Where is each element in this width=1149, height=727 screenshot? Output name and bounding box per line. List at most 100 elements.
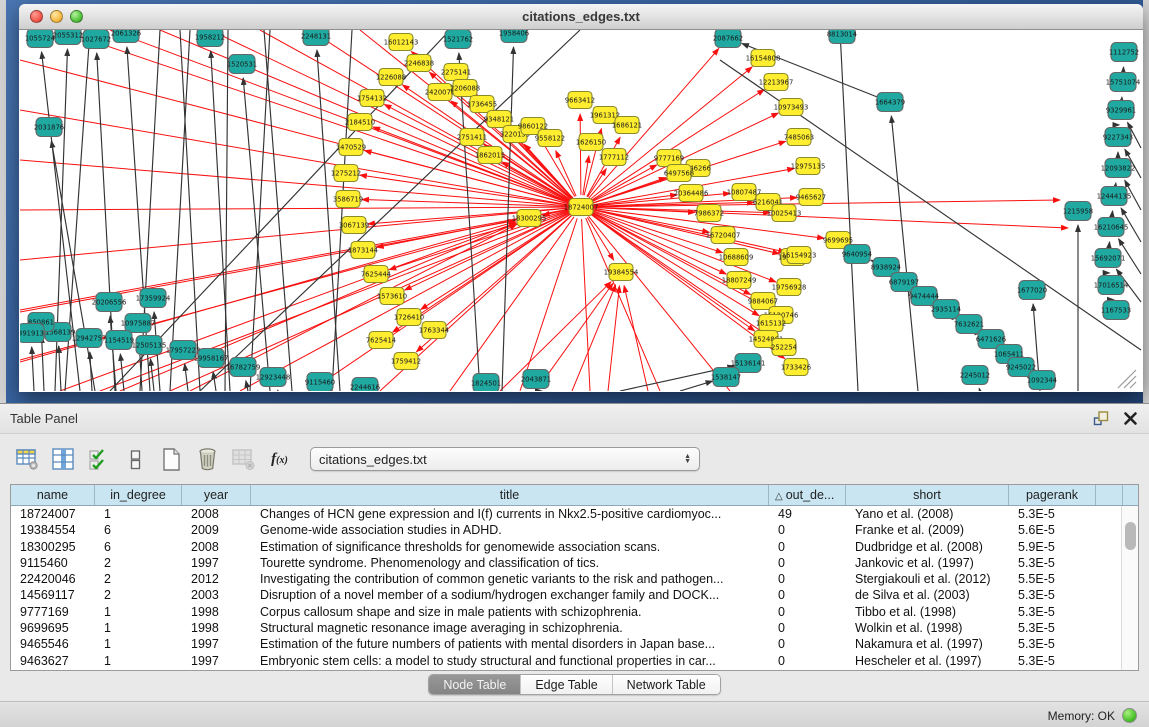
minimize-window-icon[interactable] bbox=[50, 10, 63, 23]
graph-edge[interactable] bbox=[100, 211, 570, 391]
graph-edge[interactable] bbox=[680, 381, 713, 391]
graph-node-label: 3586719 bbox=[333, 195, 363, 203]
graph-node-label: 1470529 bbox=[336, 143, 366, 151]
graph-edge[interactable] bbox=[120, 354, 124, 391]
insert-column-icon[interactable] bbox=[50, 446, 77, 473]
graph-edge[interactable] bbox=[180, 30, 200, 391]
graph-edge[interactable] bbox=[593, 210, 786, 252]
table-cell: 1 bbox=[95, 604, 182, 620]
clear-selection-icon[interactable] bbox=[122, 446, 149, 473]
new-table-icon[interactable] bbox=[158, 446, 185, 473]
close-panel-icon[interactable] bbox=[1122, 410, 1139, 427]
graph-edge[interactable] bbox=[170, 30, 190, 391]
table-cell: Genome-wide association studies in ADHD. bbox=[251, 522, 769, 538]
graph-edge[interactable] bbox=[840, 30, 858, 391]
graph-node-label: 1027672 bbox=[81, 35, 111, 43]
graph-edge[interactable] bbox=[42, 336, 44, 391]
table-row[interactable]: 946554611997Estimation of the future num… bbox=[11, 636, 1121, 652]
graph-node-label: 16154808 bbox=[746, 54, 781, 62]
float-window-icon[interactable] bbox=[1093, 410, 1110, 427]
scrollbar-thumb[interactable] bbox=[1125, 522, 1136, 550]
graph-edge[interactable] bbox=[572, 285, 616, 391]
graph-node-label: 1754132 bbox=[357, 94, 387, 102]
graph-edge[interactable] bbox=[520, 218, 577, 391]
graph-node-label: 1167533 bbox=[1101, 306, 1131, 314]
graph-node-label: 1759412 bbox=[391, 357, 421, 365]
table-row[interactable]: 946362711997Embryonic stem cells: a mode… bbox=[11, 653, 1121, 669]
graph-edge[interactable] bbox=[210, 30, 570, 202]
graph-node-label: 8938924 bbox=[871, 263, 901, 271]
function-builder-icon[interactable]: f(x) bbox=[266, 446, 293, 473]
graph-edge[interactable] bbox=[593, 195, 677, 206]
graph-edge[interactable] bbox=[589, 216, 730, 391]
graph-edge[interactable] bbox=[891, 116, 918, 391]
table-scrollbar[interactable] bbox=[1121, 506, 1138, 670]
table-select-dropdown[interactable]: citations_edges.txt ▲▼ bbox=[310, 447, 700, 471]
table-cell: 5.3E-5 bbox=[1009, 653, 1096, 669]
network-canvas[interactable]: 1872400719384554183002951601214322468381… bbox=[20, 30, 1142, 391]
graph-edge[interactable] bbox=[608, 286, 619, 391]
graph-edge[interactable] bbox=[110, 316, 116, 391]
graph-edge[interactable] bbox=[213, 372, 216, 391]
graph-node-label: 9699695 bbox=[823, 236, 853, 244]
graph-edge[interactable] bbox=[246, 381, 248, 391]
graph-edge[interactable] bbox=[185, 364, 188, 391]
graph-node-label: 12942757 bbox=[72, 334, 107, 342]
table-row[interactable]: 1938455462009Genome-wide association stu… bbox=[11, 522, 1121, 538]
graph-edge[interactable] bbox=[32, 347, 34, 391]
table-cell: Jankovic et al. (1997) bbox=[846, 555, 1009, 571]
graph-edge[interactable] bbox=[450, 217, 574, 391]
close-window-icon[interactable] bbox=[30, 10, 43, 23]
graph-edge[interactable] bbox=[979, 388, 980, 391]
graph-node-label: 2244616 bbox=[350, 383, 380, 391]
table-cell: 5.3E-5 bbox=[1009, 587, 1096, 603]
table-cell: 1997 bbox=[182, 636, 251, 652]
column-header-pagerank[interactable]: pagerank bbox=[1009, 485, 1096, 505]
table-row[interactable]: 911546021997Tourette syndrome. Phenomeno… bbox=[11, 555, 1121, 571]
graph-node-label: 8813014 bbox=[827, 30, 857, 38]
graph-edge[interactable] bbox=[151, 359, 154, 391]
network-view-window[interactable]: citations_edges.txt 18724007193845541830… bbox=[19, 4, 1143, 392]
table-panel-header: Table Panel bbox=[0, 404, 1149, 434]
table-row[interactable]: 2242004622012Investigating the contribut… bbox=[11, 571, 1121, 587]
graph-edge[interactable] bbox=[59, 346, 61, 391]
column-header-short[interactable]: short bbox=[846, 485, 1009, 505]
table-panel-title: Table Panel bbox=[10, 411, 78, 426]
table-row[interactable]: 969969511998Structural magnetic resonanc… bbox=[11, 620, 1121, 636]
table-settings-icon[interactable] bbox=[14, 446, 41, 473]
zoom-window-icon[interactable] bbox=[70, 10, 83, 23]
table-header-row: namein_degreeyeartitle△out_de...shortpag… bbox=[11, 485, 1138, 506]
tab-edge-table[interactable]: Edge Table bbox=[521, 675, 612, 694]
table-row[interactable]: 1456911722003Disruption of a novel membe… bbox=[11, 587, 1121, 603]
tab-network-table[interactable]: Network Table bbox=[613, 675, 720, 694]
column-header-out_de[interactable]: △out_de... bbox=[769, 485, 846, 505]
graph-node-label: 9884067 bbox=[748, 297, 778, 305]
column-header-in_degree[interactable]: in_degree bbox=[95, 485, 182, 505]
select-all-icon[interactable] bbox=[86, 446, 113, 473]
graph-node-label: 2206088 bbox=[450, 84, 480, 92]
table-row[interactable]: 1872400712008Changes of HCN gene express… bbox=[11, 506, 1121, 522]
table-cell: Tibbo et al. (1998) bbox=[846, 604, 1009, 620]
memory-status-icon[interactable] bbox=[1122, 708, 1137, 723]
table-cell: 2012 bbox=[182, 571, 251, 587]
table-cell: Disruption of a novel member of a sodium… bbox=[251, 587, 769, 603]
column-header-title[interactable]: title bbox=[251, 485, 769, 505]
graph-node-label: 7986372 bbox=[694, 209, 724, 217]
tab-node-table[interactable]: Node Table bbox=[429, 675, 521, 694]
network-graph[interactable]: 1872400719384554183002951601214322468381… bbox=[20, 30, 1142, 391]
graph-edge[interactable] bbox=[332, 30, 352, 391]
graph-edge[interactable] bbox=[310, 214, 571, 391]
graph-edge[interactable] bbox=[20, 207, 569, 210]
graph-node-label: 1573610 bbox=[377, 292, 407, 300]
attribute-table: namein_degreeyeartitle△out_de...shortpag… bbox=[10, 484, 1139, 671]
table-row[interactable]: 977716911998Corpus callosum shape and si… bbox=[11, 604, 1121, 620]
table-row[interactable]: 1830029562008Estimation of significance … bbox=[11, 539, 1121, 555]
graph-edge[interactable] bbox=[580, 114, 581, 195]
graph-edge[interactable] bbox=[120, 223, 516, 391]
column-header-name[interactable]: name bbox=[11, 485, 95, 505]
graph-edge[interactable] bbox=[587, 217, 613, 260]
graph-edge[interactable] bbox=[624, 286, 648, 391]
column-header-year[interactable]: year bbox=[182, 485, 251, 505]
window-titlebar[interactable]: citations_edges.txt bbox=[19, 4, 1143, 30]
delete-icon[interactable] bbox=[194, 446, 221, 473]
